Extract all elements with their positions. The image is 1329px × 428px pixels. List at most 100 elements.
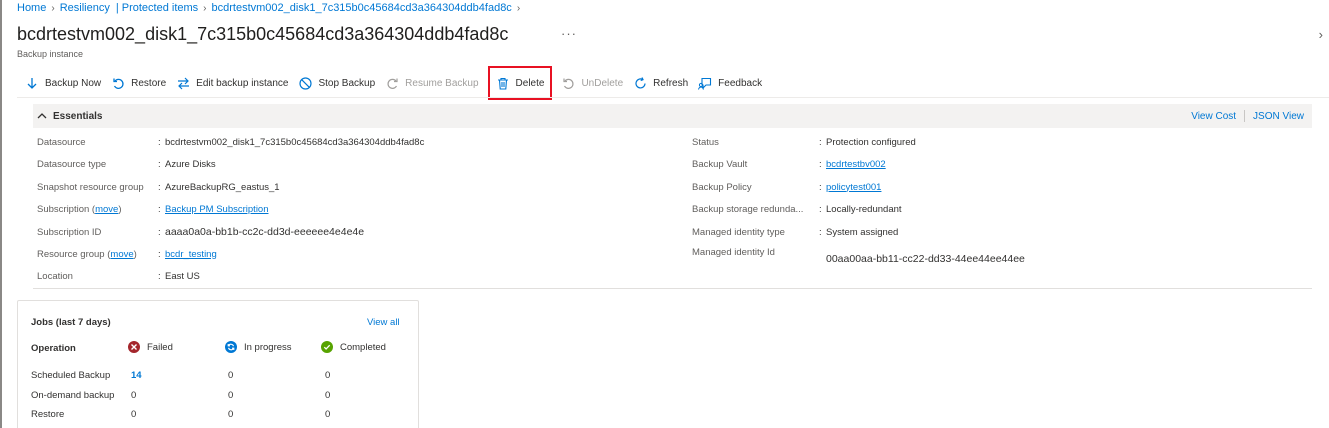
operation-header: Operation [31,343,76,354]
scheduled-backup-failed-count[interactable]: 14 [131,370,142,381]
expand-panel-icon[interactable]: › [1319,27,1323,42]
essentials-header: Essentials View Cost JSON View [33,104,1312,128]
status-key: Status [692,136,719,148]
managed-identity-type-value: System assigned [826,226,899,238]
jobs-title: Jobs (last 7 days) [31,317,111,328]
datasource-value: bcdrtestvm002_disk1_7c315b0c45684cd3a364… [165,136,425,148]
managed-identity-id-value: 00aa00aa-bb11-cc22-dd33-44ee44ee44ee [826,253,1025,265]
chevron-right-icon: › [516,2,521,14]
datasource-type-row: Datasource type : Azure Disks [37,158,216,170]
page-subtitle: Backup instance [17,49,84,59]
datasource-type-value: Azure Disks [165,158,216,170]
feedback-icon [698,76,712,90]
subscription-id-value: aaaa0a0a-bb1b-cc2c-dd3d-eeeeee4e4e4e [165,226,365,238]
job-row-completed: 0 [325,409,331,420]
restore-button[interactable]: Restore [106,72,171,94]
checkmark-icon [321,341,333,353]
datasource-key: Datasource [37,136,86,148]
edit-backup-instance-button[interactable]: Edit backup instance [171,72,293,94]
delete-button[interactable]: Delete [487,66,553,100]
breadcrumb-resiliency[interactable]: Resiliency [60,2,110,14]
job-row-completed: 0 [325,390,331,401]
location-row: Location : East US [37,270,200,282]
delete-label: Delete [515,77,545,89]
essentials-toggle[interactable]: Essentials [37,111,102,122]
view-cost-link[interactable]: View Cost [1191,111,1236,122]
job-row-in-progress: 0 [228,390,234,401]
job-row-in-progress: 0 [228,370,234,381]
datasource-row: Datasource : bcdrtestvm002_disk1_7c315b0… [37,136,425,148]
sync-icon [225,341,237,353]
chevron-right-icon: › [51,2,55,14]
backup-vault-link[interactable]: bcdrtestbv002 [826,159,886,170]
page-title: bcdrtestvm002_disk1_7c315b0c45684cd3a364… [17,24,509,44]
subscription-move-link[interactable]: move [95,204,118,215]
breadcrumb-backup-instance[interactable]: bcdrtestvm002_disk1_7c315b0c45684cd3a364… [212,2,512,14]
restore-icon [111,76,125,90]
job-row-name: Restore [31,409,65,420]
managed-identity-id-key: Managed identity Id [692,247,775,258]
swap-arrows-icon [176,76,190,90]
essentials-label: Essentials [53,110,103,122]
breadcrumb-protected-items[interactable]: | Protected items [116,2,198,14]
status-value: Protection configured [826,136,916,148]
backup-now-button[interactable]: Backup Now [20,72,106,94]
subscription-row: Subscription (move) : Backup PM Subscrip… [37,203,269,215]
completed-header: Completed [321,341,386,353]
jobs-card: Jobs (last 7 days) View all Operation Fa… [17,300,419,428]
breadcrumb-home[interactable]: Home [17,2,46,14]
resume-backup-label: Resume Backup [405,77,479,89]
backup-vault-row: Backup Vault : bcdrtestbv002 [692,158,886,170]
feedback-button[interactable]: Feedback [693,72,767,94]
failed-label: Failed [147,341,173,353]
refresh-button[interactable]: Refresh [628,72,693,94]
trash-icon [496,76,510,90]
managed-identity-id-row: Managed identity Id : 00aa00aa-bb11-cc22… [692,247,1025,273]
undelete-button[interactable]: UnDelete [556,72,628,94]
failed-header: Failed [128,341,173,353]
chevron-up-icon [37,111,47,122]
location-key: Location [37,270,73,282]
managed-identity-type-row: Managed identity type : System assigned [692,226,899,238]
resume-icon [385,76,399,90]
resource-group-move-link[interactable]: move [110,249,133,260]
edit-backup-instance-label: Edit backup instance [196,77,289,89]
subscription-id-key: Subscription ID [37,226,102,238]
toolbar-divider [17,97,1329,98]
job-row-in-progress: 0 [228,409,234,420]
backup-policy-link[interactable]: policytest001 [826,182,881,193]
stop-backup-button[interactable]: Stop Backup [293,72,380,94]
resource-group-key: Resource group (move) [37,248,137,260]
in-progress-label: In progress [244,341,292,353]
jobs-view-all-link[interactable]: View all [367,317,400,328]
status-row: Status : Protection configured [692,136,916,148]
storage-redundancy-key: Backup storage redunda... [692,203,804,215]
stop-backup-label: Stop Backup [318,77,376,89]
breadcrumb: Home › Resiliency | Protected items › bc… [17,1,525,15]
essentials-divider [33,288,1312,289]
backup-policy-key: Backup Policy [692,181,752,193]
storage-redundancy-value: Locally-redundant [826,203,902,215]
window-edge [0,0,2,428]
snapshot-rg-key: Snapshot resource group [37,181,144,193]
resume-backup-button[interactable]: Resume Backup [380,72,483,94]
backup-policy-row: Backup Policy : policytest001 [692,181,882,193]
snapshot-rg-row: Snapshot resource group : AzureBackupRG_… [37,181,280,193]
completed-label: Completed [340,341,386,353]
snapshot-rg-value: AzureBackupRG_eastus_1 [165,181,280,193]
json-view-link[interactable]: JSON View [1253,111,1304,122]
refresh-label: Refresh [653,77,689,89]
more-options-button[interactable]: ··· [561,26,577,41]
subscription-value-link[interactable]: Backup PM Subscription [165,204,269,215]
job-row-name: Scheduled Backup [31,370,111,381]
job-row-failed: 0 [131,409,137,420]
resource-group-row: Resource group (move) : bcdr_testing [37,248,217,260]
restore-label: Restore [131,77,167,89]
datasource-type-key: Datasource type [37,158,107,170]
feedback-label: Feedback [718,77,763,89]
backup-now-label: Backup Now [45,77,102,89]
resource-group-value-link[interactable]: bcdr_testing [165,249,217,260]
chevron-right-icon: › [203,2,207,14]
command-bar: Backup Now Restore Edit backup instance … [20,66,767,100]
arrow-down-icon [25,76,39,90]
